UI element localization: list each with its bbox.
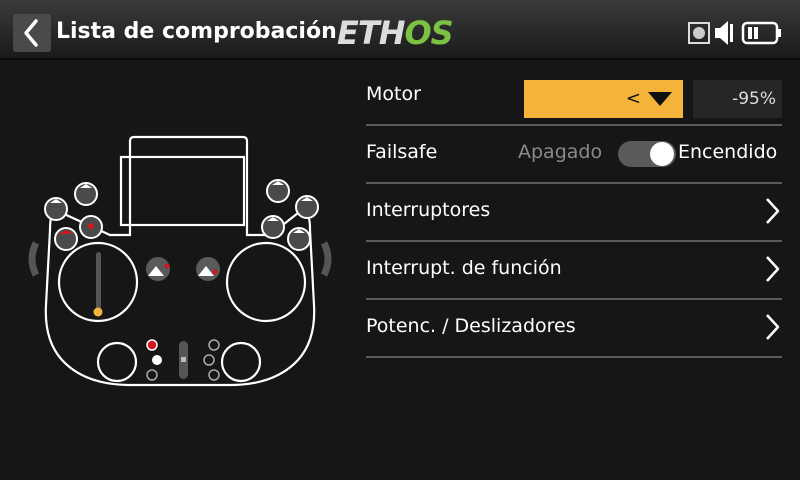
motor-percent-field[interactable]: -95% (693, 80, 782, 118)
switch-knobs (44, 179, 319, 251)
row-switches[interactable]: Interruptores (366, 182, 782, 242)
chevron-right-icon (766, 256, 780, 282)
header-bar: Lista de comprobación ETHOS (0, 0, 800, 60)
pots (146, 257, 220, 281)
pots-sliders-label: Potenc. / Deslizadores (366, 315, 576, 337)
motor-label: Motor (366, 83, 421, 105)
toggle-knob (650, 142, 674, 166)
function-switches-label: Interrupt. de función (366, 257, 562, 279)
ethos-logo: ETHOS (337, 14, 454, 49)
failsafe-off-label: Apagado (518, 141, 603, 163)
back-chevron-icon (24, 19, 38, 47)
row-failsafe: Failsafe Apagado Encendido (366, 124, 782, 184)
dropdown-arrow-icon (648, 92, 672, 106)
switches-label: Interruptores (366, 199, 491, 221)
radio-illustration (28, 135, 332, 387)
page-title: Lista de comprobación (56, 19, 337, 44)
status-icons (688, 21, 781, 45)
failsafe-label: Failsafe (366, 141, 438, 163)
chevron-right-icon (766, 314, 780, 340)
gimbal-marks (93, 252, 103, 317)
row-function-switches[interactable]: Interrupt. de función (366, 240, 782, 300)
failsafe-on-label: Encendido (678, 141, 778, 163)
svg-text:ETHOS: ETHOS (337, 14, 453, 49)
row-motor: Motor < -95% (366, 66, 782, 126)
row-pots-sliders[interactable]: Potenc. / Deslizadores (366, 298, 782, 358)
record-icon (688, 22, 710, 44)
bottom-switches (146, 339, 220, 381)
battery-icon (741, 21, 781, 45)
back-button[interactable] (13, 14, 51, 52)
failsafe-toggle[interactable] (618, 141, 676, 167)
speaker-icon (715, 21, 733, 45)
chevron-right-icon (766, 198, 780, 224)
motor-dropdown-value: < (625, 88, 641, 109)
motor-dropdown[interactable]: < (524, 80, 683, 118)
